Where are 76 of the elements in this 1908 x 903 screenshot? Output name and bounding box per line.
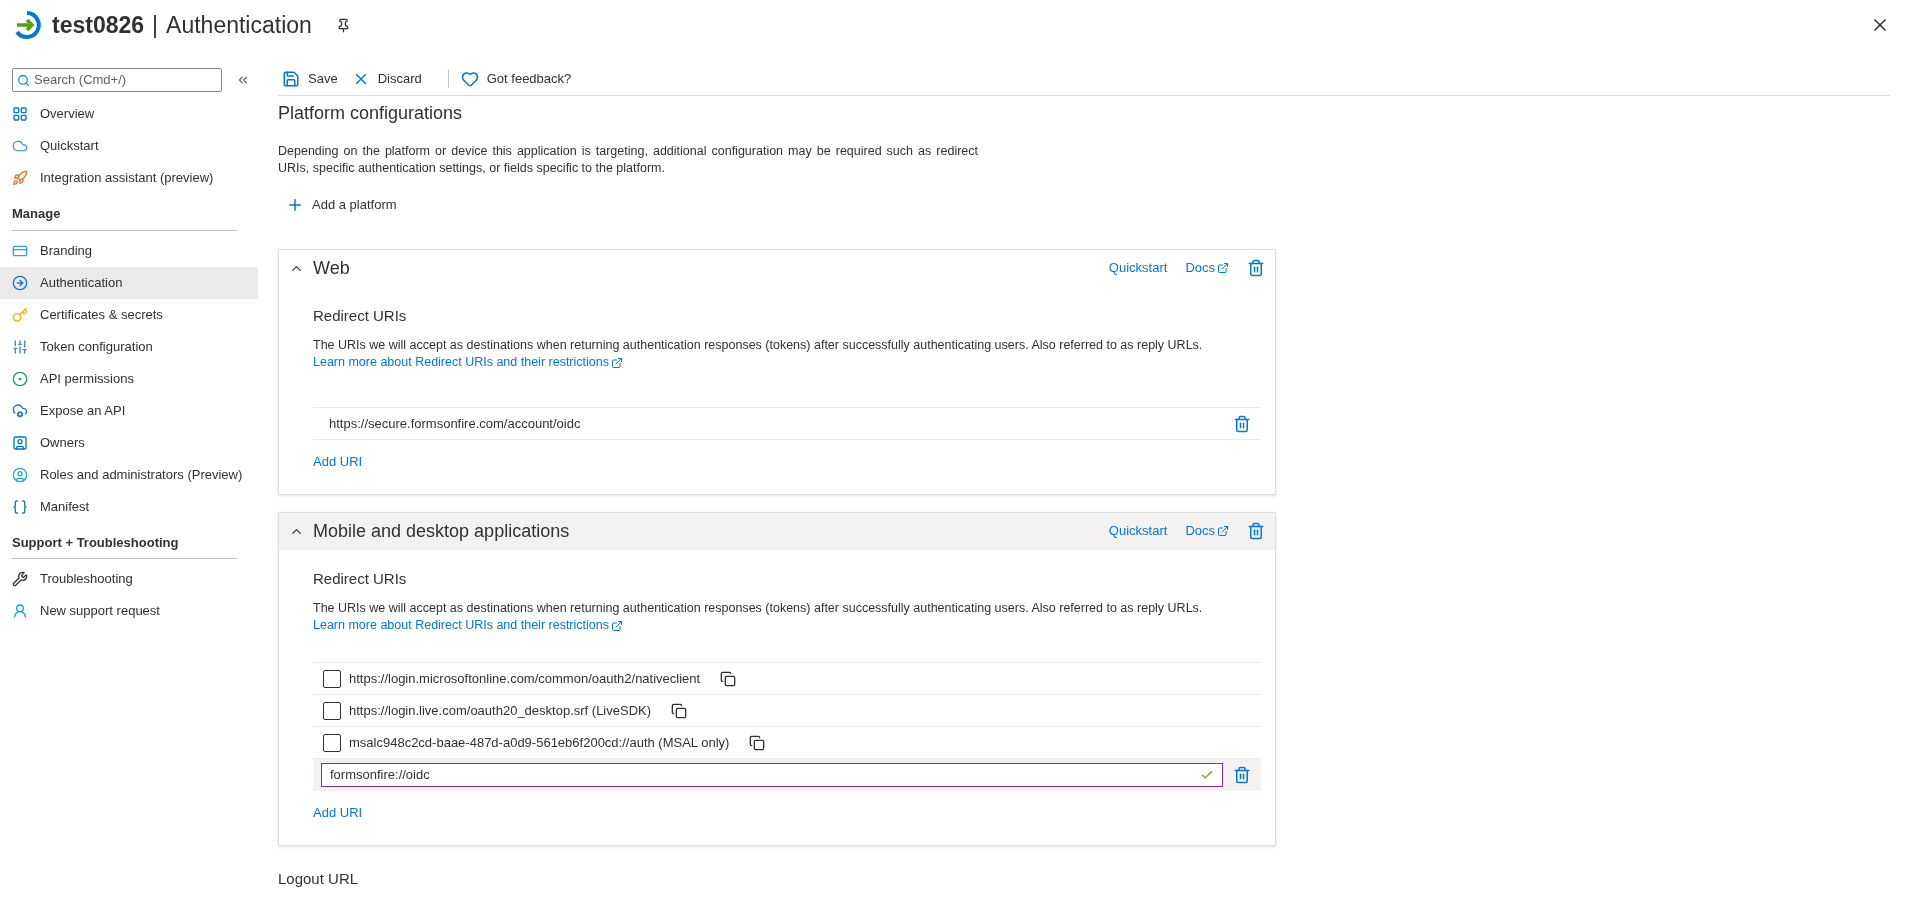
uri-text: msalc948c2cd-baae-487d-a0d9-561eb6f200cd://auth (MSAL only): [349, 733, 730, 752]
section-heading: Support + Troubleshooting: [12, 532, 238, 559]
learn-more-link[interactable]: Learn more about Redirect URIs and their restrictions: [313, 355, 623, 369]
description: The URIs we will accept as destinations when returning authentication responses (tokens) after successfully authenticating users. Also referred to as reply URLs. Learn more about Redirect URIs and their restrictions: [313, 337, 1204, 371]
sidebar-item[interactable]: Integration assistant (preview): [0, 162, 258, 194]
collapse-icon[interactable]: [236, 73, 250, 87]
docs-link[interactable]: Docs: [1185, 258, 1229, 278]
toolbar-button[interactable]: Got feedback?: [460, 68, 572, 89]
section-title: Platform configurations: [278, 102, 464, 125]
description: Depending on the platform or device this application is targeting, additional configuration may be required such as redirect URIs, specific authentication settings, or fields specific to the platform.: [278, 143, 978, 177]
title-separator: |: [152, 10, 159, 40]
delete-icon[interactable]: [1247, 522, 1265, 540]
copy-icon[interactable]: [749, 734, 766, 751]
card-title: Mobile and desktop applications: [313, 519, 570, 543]
sidebar-item[interactable]: Manifest: [0, 490, 258, 523]
save-icon: [282, 69, 300, 88]
person-icon: [12, 603, 28, 619]
uri-text: https://secure.formsonfire.com/account/oidc: [329, 414, 581, 433]
uri-input[interactable]: formsonfire://oidc: [321, 763, 1223, 787]
section-title: Logout URL: [278, 868, 360, 889]
sidebar-item[interactable]: Roles and administrators (Preview): [0, 458, 258, 491]
checkbox[interactable]: [323, 733, 341, 752]
sidebar-item[interactable]: Token configuration: [0, 330, 258, 363]
toolbar-button[interactable]: Discard: [351, 68, 422, 89]
sidebar-item[interactable]: New support request: [0, 595, 258, 627]
checkbox[interactable]: [323, 669, 341, 688]
external-link-icon: [610, 356, 623, 369]
search-icon: [17, 73, 30, 87]
uri-text: https://login.microsoftonline.com/common/oauth2/nativeclient: [349, 669, 701, 688]
delete-icon[interactable]: [1247, 259, 1265, 277]
sidebar-item[interactable]: API permissions: [0, 362, 258, 395]
learn-more-link[interactable]: Learn more about Redirect URIs and their restrictions: [313, 618, 623, 632]
section-title: Redirect URIs: [313, 305, 408, 326]
sidebar-item[interactable]: Owners: [0, 426, 258, 459]
checkbox[interactable]: [323, 701, 341, 720]
section-heading: Manage: [12, 204, 238, 231]
heart-icon: [460, 69, 479, 88]
grid-icon: [12, 106, 28, 122]
add-uri-link[interactable]: Add URI: [313, 452, 1261, 472]
sidebar-item[interactable]: Quickstart: [0, 130, 258, 162]
wrench-icon: [12, 571, 28, 587]
sidebar-item[interactable]: Overview: [0, 98, 258, 130]
arrow-circle-icon: [12, 274, 28, 291]
page-title: Authentication: [166, 10, 312, 40]
app-name: test0826: [52, 10, 145, 40]
braces-icon: [12, 498, 28, 515]
rocket-icon: [12, 170, 28, 186]
section-title: Redirect URIs: [313, 568, 408, 589]
sidebar-item[interactable]: Authentication: [0, 266, 258, 299]
delete-icon[interactable]: [1233, 414, 1251, 433]
add-platform-button[interactable]: Add a platform: [286, 195, 397, 215]
external-link-icon: [1217, 525, 1229, 537]
sidebar-item[interactable]: Certificates & secrets: [0, 298, 258, 331]
copy-icon[interactable]: [720, 670, 737, 687]
user-icon: [12, 466, 28, 483]
sidebar-item[interactable]: Expose an API: [0, 394, 258, 427]
uri-text: https://login.live.com/oauth20_desktop.srf (LiveSDK): [349, 701, 652, 720]
card-title: Web: [313, 256, 350, 280]
pin-icon[interactable]: [335, 17, 351, 33]
quickstart-link[interactable]: Quickstart: [1108, 258, 1168, 278]
quickstart-link[interactable]: Quickstart: [1108, 521, 1168, 541]
sidebar-item[interactable]: Troubleshooting: [0, 563, 258, 595]
cloud-icon: [12, 138, 28, 154]
copy-icon[interactable]: [671, 702, 688, 719]
key-icon: [12, 306, 28, 323]
description: The URIs we will accept as destinations when returning authentication responses (tokens) after successfully authenticating users. Also referred to as reply URLs. Learn more about Redirect URIs and their restrictions: [313, 600, 1204, 634]
search-field[interactable]: Search (Cmd+/): [12, 68, 223, 92]
cloud-icon: [12, 402, 28, 419]
sidebar-item[interactable]: Branding: [0, 234, 258, 267]
sliders-icon: [12, 338, 28, 355]
delete-icon[interactable]: [1233, 766, 1251, 784]
external-link-icon: [1217, 262, 1229, 274]
external-link-icon: [610, 619, 623, 632]
docs-link[interactable]: Docs: [1185, 521, 1229, 541]
toolbar-button[interactable]: Save: [282, 68, 338, 89]
add-uri-link[interactable]: Add URI: [313, 803, 1261, 823]
